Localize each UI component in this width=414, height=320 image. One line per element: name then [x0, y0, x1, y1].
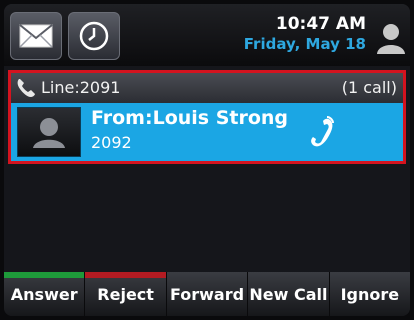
messages-button[interactable] — [10, 12, 62, 60]
answer-indicator — [4, 272, 85, 278]
answer-label: Answer — [10, 284, 78, 304]
user-icon[interactable] — [376, 20, 406, 56]
softkey-bar: Answer Reject Forward New Call Ignore — [4, 272, 410, 316]
date-label: Friday, May 18 — [243, 35, 366, 53]
forward-button[interactable]: Forward — [166, 272, 249, 316]
phone-handset-icon — [17, 79, 35, 97]
reject-indicator — [85, 272, 166, 278]
new-call-label: New Call — [249, 284, 328, 304]
date-time: 10:47 AM Friday, May 18 — [244, 14, 366, 54]
incoming-call-row[interactable]: From:Louis Strong 2092 — [11, 103, 403, 161]
call-count: (1 call) — [341, 78, 397, 97]
answer-button[interactable]: Answer — [4, 272, 86, 316]
clock-icon — [79, 21, 109, 51]
caller-name: From:Louis Strong — [91, 107, 289, 129]
phone-screen: 10:47 AM Friday, May 18 Line:2091 (1 cal… — [4, 4, 410, 316]
caller-number: 2092 — [91, 133, 132, 152]
person-silhouette-icon — [33, 118, 65, 148]
line-group: Line:2091 (1 call) From:Louis Strong 209… — [8, 70, 406, 164]
status-bar: 10:47 AM Friday, May 18 — [4, 4, 410, 66]
ringing-phone-icon — [311, 116, 334, 147]
calendar-button[interactable] — [68, 12, 120, 60]
caller-avatar — [17, 107, 81, 157]
time-label: 10:47 AM — [275, 14, 366, 34]
ignore-label: Ignore — [340, 284, 400, 304]
forward-label: Forward — [169, 284, 245, 304]
line-header[interactable]: Line:2091 (1 call) — [11, 73, 403, 103]
ignore-button[interactable]: Ignore — [329, 272, 410, 316]
new-call-button[interactable]: New Call — [248, 272, 330, 316]
line-label: Line:2091 — [41, 78, 121, 97]
reject-label: Reject — [97, 284, 154, 304]
mail-icon — [19, 24, 53, 48]
reject-button[interactable]: Reject — [85, 272, 167, 316]
